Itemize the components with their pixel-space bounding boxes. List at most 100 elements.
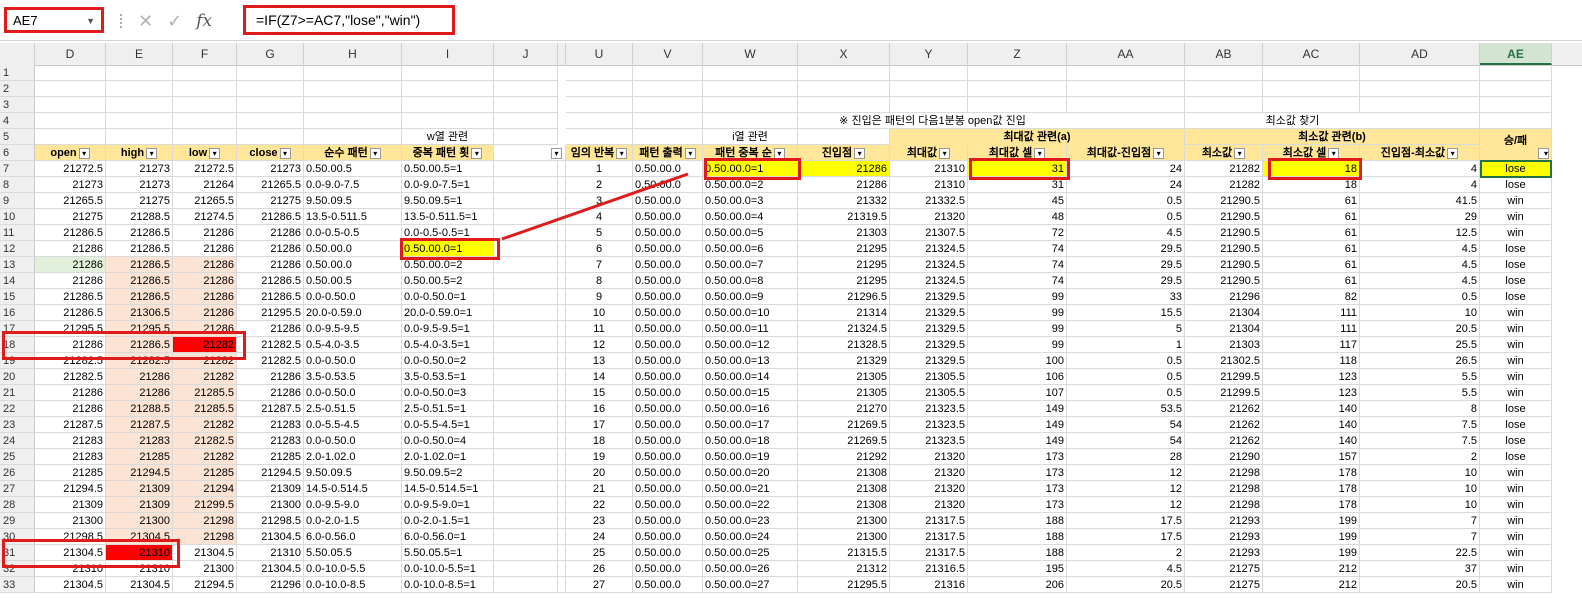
cell-y[interactable]: 21323.5 bbox=[890, 401, 968, 417]
cell-ae[interactable]: win bbox=[1480, 465, 1552, 481]
cell[interactable] bbox=[968, 65, 1067, 81]
cell[interactable] bbox=[703, 65, 798, 81]
cell-ad[interactable]: 22.5 bbox=[1360, 545, 1480, 561]
cell[interactable] bbox=[1263, 65, 1360, 81]
cell-u[interactable]: 5 bbox=[566, 225, 633, 241]
cell-aa[interactable]: 0.5 bbox=[1067, 209, 1185, 225]
header-g[interactable]: close ▾ bbox=[237, 145, 304, 161]
header-h[interactable]: 순수 패턴 ▾ bbox=[304, 145, 402, 161]
cell-g[interactable]: 21265.5 bbox=[237, 177, 304, 193]
column-header-ad[interactable]: AD bbox=[1360, 43, 1480, 65]
cell-x[interactable]: 21295.5 bbox=[798, 577, 890, 593]
cell-ae[interactable]: win bbox=[1480, 497, 1552, 513]
filter-dropdown-icon[interactable]: ▾ bbox=[471, 147, 483, 159]
cell-d[interactable]: 21282.5 bbox=[35, 369, 106, 385]
cell-g[interactable]: 21294.5 bbox=[237, 465, 304, 481]
cell-ae[interactable]: lose bbox=[1480, 273, 1552, 289]
filter-dropdown-icon[interactable]: ▾ bbox=[1034, 147, 1046, 159]
cell-ae[interactable]: win bbox=[1480, 577, 1552, 593]
cell-x[interactable]: 21305 bbox=[798, 369, 890, 385]
cell-i[interactable]: 5.50.05.5=1 bbox=[402, 545, 494, 561]
cell[interactable] bbox=[494, 209, 558, 225]
cell[interactable] bbox=[1360, 65, 1480, 81]
cell-ab[interactable]: 21262 bbox=[1185, 433, 1263, 449]
cell-e[interactable]: 21309 bbox=[106, 481, 173, 497]
cell-u[interactable]: 2 bbox=[566, 177, 633, 193]
cell-i[interactable]: 0.50.00.0=1 bbox=[402, 241, 494, 257]
row-header[interactable]: 17 bbox=[0, 321, 35, 337]
cell-x[interactable]: 21296.5 bbox=[798, 289, 890, 305]
cell[interactable] bbox=[798, 97, 890, 113]
cell-w[interactable]: 0.50.00.0=2 bbox=[703, 177, 798, 193]
row-header[interactable]: 20 bbox=[0, 369, 35, 385]
header-z[interactable]: 최대값 셀 ▾ bbox=[968, 145, 1067, 161]
cell-i[interactable]: 0.50.00.0=2 bbox=[402, 257, 494, 273]
cell-aa[interactable]: 12 bbox=[1067, 481, 1185, 497]
cell-x[interactable]: 21308 bbox=[798, 481, 890, 497]
cell-w[interactable]: 0.50.00.0=10 bbox=[703, 305, 798, 321]
cell-u[interactable]: 24 bbox=[566, 529, 633, 545]
cell-ad[interactable]: 20.5 bbox=[1360, 577, 1480, 593]
column-header-j[interactable]: J bbox=[494, 43, 558, 65]
cell-g[interactable]: 21296 bbox=[237, 577, 304, 593]
cell-d[interactable]: 21283 bbox=[35, 449, 106, 465]
cell-e[interactable]: 21294.5 bbox=[106, 465, 173, 481]
cell-e[interactable]: 21304.5 bbox=[106, 529, 173, 545]
cell-v[interactable]: 0.50.00.0 bbox=[633, 497, 703, 513]
cell[interactable] bbox=[494, 545, 558, 561]
cell-h[interactable]: 0.0-0.50.0 bbox=[304, 289, 402, 305]
row-header[interactable]: 6 bbox=[0, 145, 35, 161]
cell[interactable] bbox=[35, 97, 106, 113]
cell-f[interactable]: 21300 bbox=[173, 561, 237, 577]
cell-ae[interactable]: win bbox=[1480, 321, 1552, 337]
cell-d[interactable]: 21294.5 bbox=[35, 481, 106, 497]
cell-ab[interactable]: 21262 bbox=[1185, 417, 1263, 433]
header-e[interactable]: high ▾ bbox=[106, 145, 173, 161]
cell-i[interactable]: 0.0-2.0-1.5=1 bbox=[402, 513, 494, 529]
cell-v[interactable]: 0.50.00.0 bbox=[633, 465, 703, 481]
cell[interactable] bbox=[566, 65, 633, 81]
cell-z[interactable]: 100 bbox=[968, 353, 1067, 369]
cell-ac[interactable]: 111 bbox=[1263, 305, 1360, 321]
cell-ad[interactable]: 7.5 bbox=[1360, 433, 1480, 449]
cell-v[interactable]: 0.50.00.0 bbox=[633, 449, 703, 465]
cell-d[interactable]: 21310 bbox=[35, 561, 106, 577]
cell-e[interactable]: 21295.5 bbox=[106, 321, 173, 337]
cell-u[interactable]: 7 bbox=[566, 257, 633, 273]
cell[interactable] bbox=[494, 129, 558, 145]
cell[interactable] bbox=[703, 113, 798, 129]
cell-y[interactable]: 21305.5 bbox=[890, 385, 968, 401]
cell-w[interactable]: 0.50.00.0=9 bbox=[703, 289, 798, 305]
cell-ae[interactable]: lose bbox=[1480, 289, 1552, 305]
cell[interactable] bbox=[402, 65, 494, 81]
cell-u[interactable]: 10 bbox=[566, 305, 633, 321]
cell-y[interactable]: 21320 bbox=[890, 465, 968, 481]
cell-ae[interactable]: win bbox=[1480, 193, 1552, 209]
cell-v[interactable]: 0.50.00.0 bbox=[633, 193, 703, 209]
cell-f[interactable]: 21294 bbox=[173, 481, 237, 497]
cell-i[interactable]: 0.0-9.5-9.5=1 bbox=[402, 321, 494, 337]
row-header[interactable]: 2 bbox=[0, 81, 35, 97]
cell-aa[interactable]: 12 bbox=[1067, 465, 1185, 481]
cell-y[interactable]: 21329.5 bbox=[890, 321, 968, 337]
cell-ab[interactable]: 21298 bbox=[1185, 465, 1263, 481]
cell-z[interactable]: 31 bbox=[968, 161, 1067, 177]
cell-i[interactable]: 0.0-5.5-4.5=1 bbox=[402, 417, 494, 433]
cell-ab[interactable]: 21275 bbox=[1185, 577, 1263, 593]
cell-ab[interactable]: 21293 bbox=[1185, 529, 1263, 545]
cell-u[interactable]: 25 bbox=[566, 545, 633, 561]
header-f[interactable]: low ▾ bbox=[173, 145, 237, 161]
filter-dropdown-icon[interactable]: ▾ bbox=[1447, 147, 1459, 159]
row-header[interactable]: 30 bbox=[0, 529, 35, 545]
cell-v[interactable]: 0.50.00.0 bbox=[633, 513, 703, 529]
row-header[interactable]: 27 bbox=[0, 481, 35, 497]
cell[interactable] bbox=[35, 65, 106, 81]
cell-h[interactable]: 20.0-0.59.0 bbox=[304, 305, 402, 321]
cell[interactable] bbox=[566, 81, 633, 97]
cell-z[interactable]: 45 bbox=[968, 193, 1067, 209]
cell[interactable] bbox=[1067, 81, 1185, 97]
cell-x[interactable]: 21315.5 bbox=[798, 545, 890, 561]
cell-d[interactable]: 21304.5 bbox=[35, 545, 106, 561]
cell-f[interactable]: 21298 bbox=[173, 513, 237, 529]
cell-y[interactable]: 21317.5 bbox=[890, 529, 968, 545]
